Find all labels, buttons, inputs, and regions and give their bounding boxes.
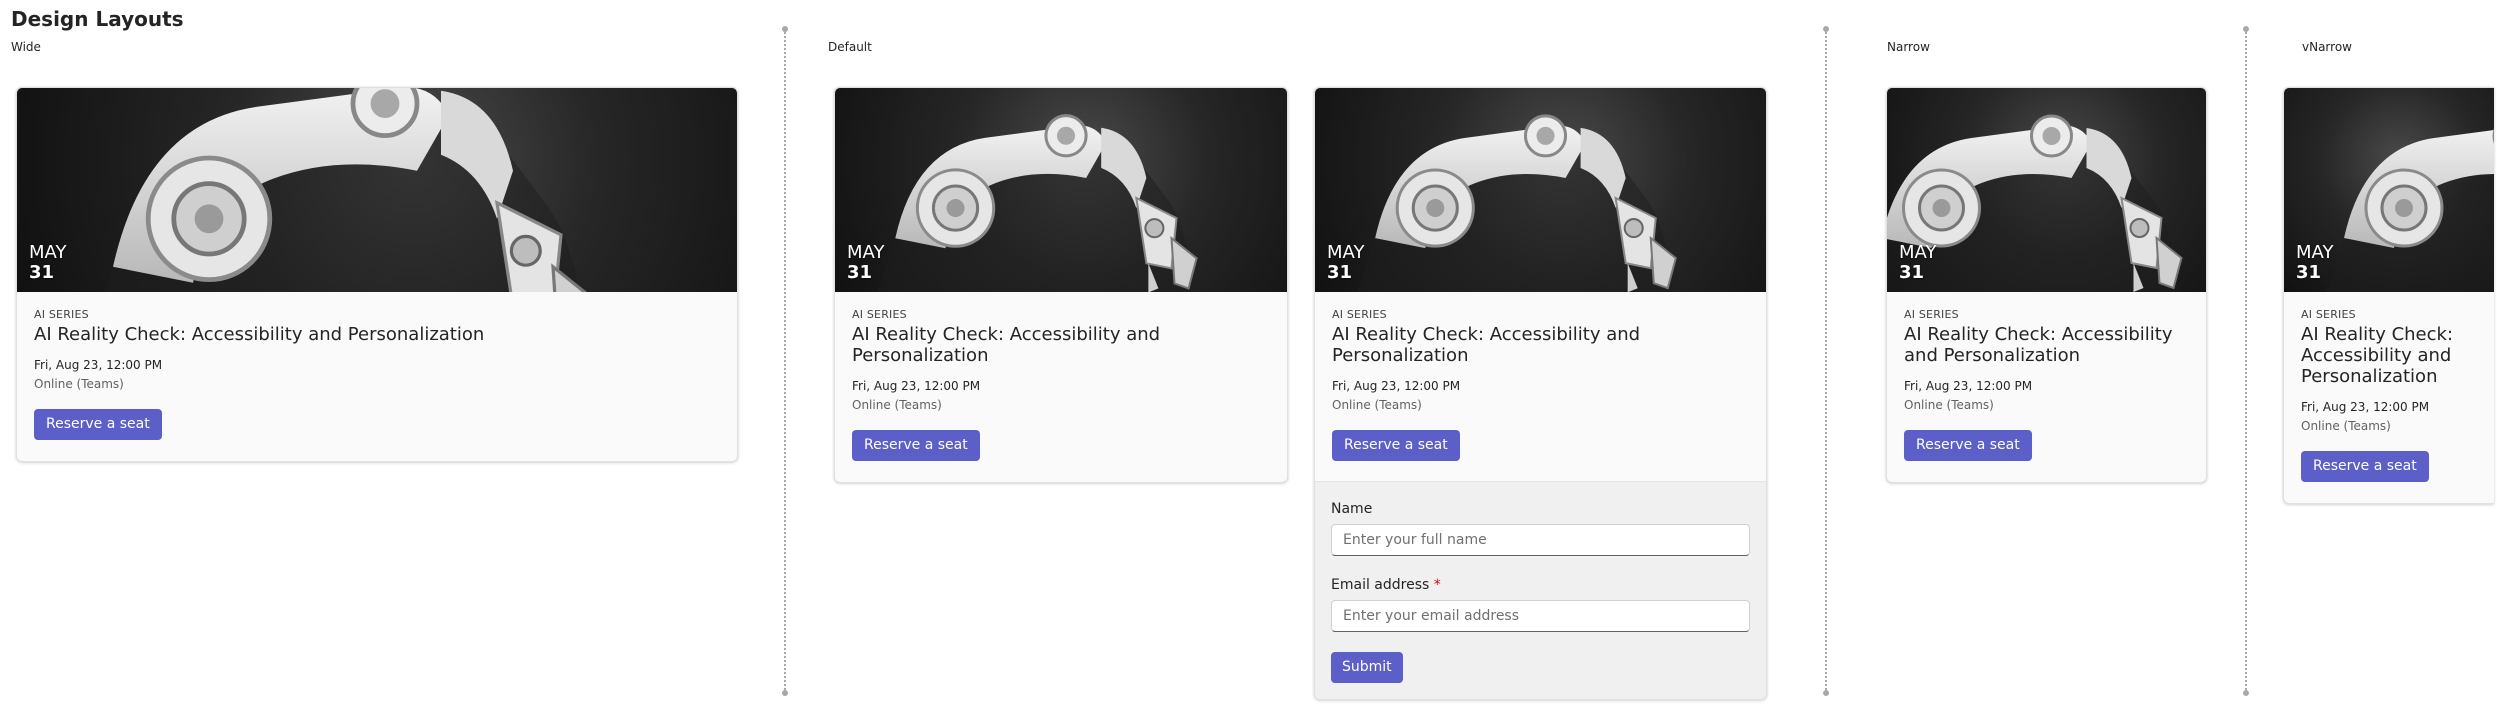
event-card-body: AI SERIES AI Reality Check: Accessibilit… xyxy=(1887,292,2206,482)
event-location: Online (Teams) xyxy=(852,398,942,412)
event-location: Online (Teams) xyxy=(1904,398,1994,412)
event-location: Online (Teams) xyxy=(1332,398,1422,412)
event-series: AI SERIES xyxy=(1332,308,1387,321)
robot-arm-illustration xyxy=(877,114,1198,292)
event-series: AI SERIES xyxy=(1904,308,1959,321)
event-title: AI Reality Check: Accessibility and Pers… xyxy=(1904,324,2173,366)
submit-button[interactable]: Submit xyxy=(1331,652,1403,683)
date-month: MAY xyxy=(2296,242,2334,263)
section-label-default: Default xyxy=(828,40,872,54)
event-title: AI Reality Check: Accessibility and Pers… xyxy=(1332,324,1641,366)
date-month: MAY xyxy=(847,242,885,263)
event-series: AI SERIES xyxy=(2301,308,2356,321)
event-title: AI Reality Check: Accessibility and Pers… xyxy=(34,324,485,345)
event-card-body: AI SERIES AI Reality Check: Accessibilit… xyxy=(835,292,1287,482)
date-month: MAY xyxy=(1327,242,1365,263)
event-hero-image: MAY 31 xyxy=(835,88,1287,292)
event-card-default-form: MAY 31 AI SERIES AI Reality Check: Acces… xyxy=(1314,87,1767,700)
date-day: 31 xyxy=(847,262,873,283)
name-label: Name xyxy=(1331,500,1750,518)
event-location: Online (Teams) xyxy=(2301,419,2391,433)
event-hero-image: MAY 31 xyxy=(1315,88,1766,292)
reserve-seat-button[interactable]: Reserve a seat xyxy=(34,409,162,440)
event-card-body: AI SERIES AI Reality Check: Accessibilit… xyxy=(2284,292,2494,503)
event-datetime: Fri, Aug 23, 12:00 PM xyxy=(1904,379,2033,393)
name-input[interactable]: Enter your full name xyxy=(1331,524,1750,556)
event-hero-image: MAY 31 xyxy=(2284,88,2494,292)
date-month: MAY xyxy=(1899,242,1937,263)
event-card-vnarrow: MAY 31 AI SERIES AI Reality Check: Acces… xyxy=(2283,87,2494,504)
event-datetime: Fri, Aug 23, 12:00 PM xyxy=(2301,400,2430,414)
registration-form: Name Enter your full name Email address … xyxy=(1315,481,1766,699)
email-input[interactable]: Enter your email address xyxy=(1331,600,1750,632)
date-day: 31 xyxy=(29,262,55,283)
section-divider xyxy=(1823,26,1829,696)
page-title: Design Layouts xyxy=(11,7,184,31)
section-divider xyxy=(2243,26,2249,696)
date-month: MAY xyxy=(29,242,67,263)
email-label-text: Email address xyxy=(1331,577,1430,593)
event-datetime: Fri, Aug 23, 12:00 PM xyxy=(1332,379,1461,393)
section-label-narrow: Narrow xyxy=(1887,40,1930,54)
section-label-wide: Wide xyxy=(11,40,41,54)
event-datetime: Fri, Aug 23, 12:00 PM xyxy=(34,358,163,372)
reserve-seat-button[interactable]: Reserve a seat xyxy=(852,430,980,461)
section-divider xyxy=(782,26,788,696)
robot-arm-illustration xyxy=(104,88,588,292)
event-location: Online (Teams) xyxy=(34,377,124,391)
event-series: AI SERIES xyxy=(34,308,89,321)
date-day: 31 xyxy=(1899,262,1925,283)
date-badge: MAY 31 xyxy=(2296,243,2333,283)
date-badge: MAY 31 xyxy=(1899,243,1936,283)
date-day: 31 xyxy=(1327,262,1353,283)
event-title: AI Reality Check: Accessibility and Pers… xyxy=(2301,324,2454,387)
date-badge: MAY 31 xyxy=(29,243,66,283)
event-card-narrow: MAY 31 AI SERIES AI Reality Check: Acces… xyxy=(1886,87,2207,483)
reserve-seat-button[interactable]: Reserve a seat xyxy=(2301,451,2429,482)
reserve-seat-button[interactable]: Reserve a seat xyxy=(1332,430,1460,461)
event-datetime: Fri, Aug 23, 12:00 PM xyxy=(852,379,981,393)
date-badge: MAY 31 xyxy=(1327,243,1364,283)
name-label-text: Name xyxy=(1331,501,1373,517)
robot-arm-illustration xyxy=(1357,114,1677,292)
date-badge: MAY 31 xyxy=(847,243,884,283)
event-card-default: MAY 31 AI SERIES AI Reality Check: Acces… xyxy=(834,87,1288,483)
event-card-body: AI SERIES AI Reality Check: Accessibilit… xyxy=(1315,292,1766,482)
email-label: Email address * xyxy=(1331,576,1750,594)
date-day: 31 xyxy=(2296,262,2322,283)
event-title: AI Reality Check: Accessibility and Pers… xyxy=(852,324,1161,366)
event-series: AI SERIES xyxy=(852,308,907,321)
event-card-wide: MAY 31 AI SERIES AI Reality Check: Acces… xyxy=(16,87,738,462)
required-marker: * xyxy=(1433,577,1441,593)
event-hero-image: MAY 31 xyxy=(17,88,737,292)
section-label-vnarrow: vNarrow xyxy=(2302,40,2352,54)
event-card-body: AI SERIES AI Reality Check: Accessibilit… xyxy=(17,292,737,461)
reserve-seat-button[interactable]: Reserve a seat xyxy=(1904,430,2032,461)
event-hero-image: MAY 31 xyxy=(1887,88,2206,292)
